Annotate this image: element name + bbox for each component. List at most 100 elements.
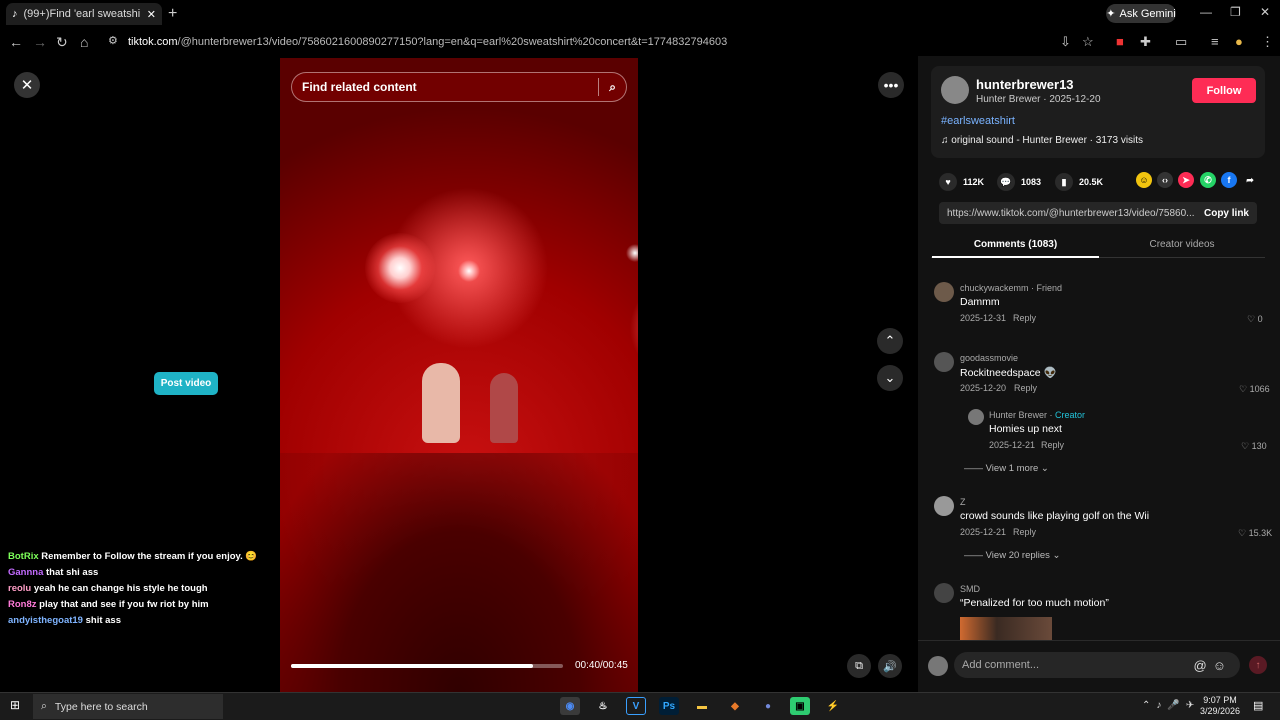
tab-comments[interactable]: Comments (1083) — [932, 234, 1099, 258]
share-arrow-icon[interactable]: ➦ — [1242, 172, 1258, 188]
creator-avatar[interactable] — [941, 76, 969, 104]
heart-outline-icon: ♡ — [1247, 314, 1256, 324]
chrome-icon[interactable]: ◉ — [560, 697, 580, 715]
system-tray-icons[interactable]: ⌃♪🎤✈ — [1142, 700, 1200, 711]
discord-icon[interactable]: ● — [758, 697, 778, 715]
comment-image[interactable] — [960, 617, 1052, 640]
reply-button[interactable]: Reply — [1013, 313, 1036, 323]
new-tab-button[interactable]: + — [168, 5, 177, 23]
close-window-button[interactable]: ✕ — [1260, 5, 1270, 19]
heart-outline-icon: ♡ — [1239, 384, 1248, 394]
comment-user[interactable]: chuckywackemm · Friend — [960, 283, 1062, 293]
whatsapp-icon[interactable]: ✆ — [1200, 172, 1216, 188]
view-replies[interactable]: —— View 20 replies ⌄ — [964, 550, 1061, 561]
commenter-avatar[interactable] — [934, 496, 954, 516]
profile-avatar[interactable]: ● — [1235, 34, 1243, 49]
volume-icon: 🔊 — [883, 660, 897, 673]
clock[interactable]: 9:07 PM 3/29/2026 — [1200, 695, 1240, 717]
back-icon[interactable]: ← — [9, 34, 23, 50]
menu-dots-icon[interactable]: ⋮ — [1261, 34, 1274, 50]
send-icon[interactable]: ➤ — [1178, 172, 1194, 188]
comment-like[interactable]: ♡ 130 — [1241, 441, 1267, 452]
url-field[interactable]: tiktok.com/@hunterbrewer13/video/7586021… — [128, 36, 727, 48]
site-info-icon[interactable]: ⚙ — [108, 34, 118, 47]
facebook-icon[interactable]: f — [1221, 172, 1237, 188]
mention-emoji-icons[interactable]: @☺ — [1194, 658, 1232, 673]
chevron-up-icon: ⌃ — [884, 333, 896, 348]
vscode-icon[interactable]: V — [626, 697, 646, 715]
video-time: 00:40/00:45 — [575, 660, 628, 671]
app-icon[interactable]: ◆ — [725, 697, 745, 715]
reply-button[interactable]: Reply — [1041, 440, 1064, 450]
comment-user[interactable]: SMD — [960, 584, 980, 594]
restore-button[interactable]: ❐ — [1230, 5, 1241, 19]
comment-like[interactable]: ♡ 15.3K — [1238, 528, 1272, 539]
comment-stat[interactable]: 💬 1083 — [997, 173, 1041, 191]
chat-username: Gannna — [8, 567, 44, 578]
home-icon[interactable]: ⌂ — [80, 34, 88, 50]
video-progress-bar[interactable] — [291, 664, 563, 668]
music-note-icon: ♫ — [941, 135, 949, 146]
comment-text: Rockitneedspace 👽 — [960, 367, 1057, 379]
share-link[interactable]: https://www.tiktok.com/@hunterbrewer13/v… — [947, 208, 1195, 219]
pip-button[interactable]: ⧉ — [847, 654, 871, 678]
follow-button[interactable]: Follow — [1192, 78, 1256, 103]
forward-icon[interactable]: → — [33, 34, 47, 50]
extension-icon[interactable]: ■ — [1116, 34, 1124, 49]
cast-icon[interactable]: ▭ — [1175, 34, 1187, 50]
app-icon[interactable]: ▣ — [790, 697, 810, 715]
comment-like[interactable]: ♡ 1066 — [1239, 384, 1270, 395]
comment-user[interactable]: Hunter Brewer · Creator — [989, 410, 1085, 420]
view-more-replies[interactable]: —— View 1 more ⌄ — [964, 463, 1049, 474]
comment-icon: 💬 — [997, 173, 1015, 191]
comment-date: 2025-12-21 — [989, 440, 1036, 450]
find-related-search[interactable]: Find related content ⌕ — [291, 72, 627, 102]
browser-tab[interactable]: ♪ (99+)Find 'earl sweatshirt c ✕ — [6, 3, 162, 25]
install-icon[interactable]: ⇩ — [1060, 34, 1071, 50]
send-comment-button[interactable]: ↑ — [1249, 656, 1267, 674]
reply-button[interactable]: Reply — [1014, 383, 1037, 393]
copy-link-button[interactable]: Copy link — [1204, 208, 1249, 219]
more-options-button[interactable]: ••• — [878, 72, 904, 98]
hashtag-link[interactable]: #earlsweatshirt — [941, 115, 1015, 127]
next-video-button[interactable]: ⌄ — [877, 365, 903, 391]
commenter-avatar[interactable] — [934, 282, 954, 302]
chat-text: shit ass — [82, 615, 121, 626]
notifications-icon[interactable]: ▤ — [1253, 699, 1263, 712]
minimize-button[interactable]: — — [1200, 5, 1212, 19]
embed-icon[interactable]: ‹› — [1157, 172, 1173, 188]
file-explorer-icon[interactable]: ▬ — [692, 697, 712, 715]
extensions-puzzle-icon[interactable]: ✚ — [1140, 34, 1151, 50]
previous-video-button[interactable]: ⌃ — [877, 328, 903, 354]
comment-like[interactable]: ♡ 0 — [1247, 314, 1263, 325]
reload-icon[interactable]: ↻ — [56, 34, 68, 51]
close-tab-icon[interactable]: ✕ — [147, 8, 156, 21]
tab-creator-videos[interactable]: Creator videos — [1099, 234, 1265, 258]
commenter-avatar[interactable] — [934, 352, 954, 372]
volume-button[interactable]: 🔊 — [878, 654, 902, 678]
like-stat[interactable]: ♥ 112K — [939, 173, 984, 191]
steam-icon[interactable]: ♨ — [593, 697, 613, 715]
bookmark-star-icon[interactable]: ☆ — [1082, 34, 1094, 50]
repost-icon[interactable]: ☺ — [1136, 172, 1152, 188]
reply-button[interactable]: Reply — [1013, 527, 1036, 537]
video-player[interactable] — [280, 58, 638, 692]
comment-user[interactable]: goodassmovie — [960, 353, 1018, 363]
close-video-button[interactable]: ✕ — [14, 72, 40, 98]
app-icon[interactable]: ⚡ — [823, 697, 843, 715]
photoshop-icon[interactable]: Ps — [659, 697, 679, 715]
save-stat[interactable]: ▮ 20.5K — [1055, 173, 1103, 191]
post-video-button[interactable]: Post video — [154, 372, 218, 395]
sound-info[interactable]: ♫ original sound - Hunter Brewer · 3173 … — [941, 135, 1143, 146]
creator-username[interactable]: hunterbrewer13 — [976, 77, 1074, 92]
commenter-avatar[interactable] — [968, 409, 984, 425]
windows-start-icon[interactable]: ⊞ — [10, 698, 20, 712]
comment-user[interactable]: Z — [960, 497, 966, 507]
search-icon[interactable]: ⌕ — [609, 80, 616, 95]
taskbar-search[interactable]: ⌕ Type here to search — [33, 694, 223, 719]
heart-icon: ♥ — [939, 173, 957, 191]
add-comment-input[interactable]: Add comment... @☺ — [954, 652, 1240, 678]
media-icon[interactable]: ≡ — [1211, 34, 1219, 49]
commenter-avatar[interactable] — [934, 583, 954, 603]
ask-gemini-button[interactable]: ✦ Ask Gemini — [1106, 4, 1176, 23]
